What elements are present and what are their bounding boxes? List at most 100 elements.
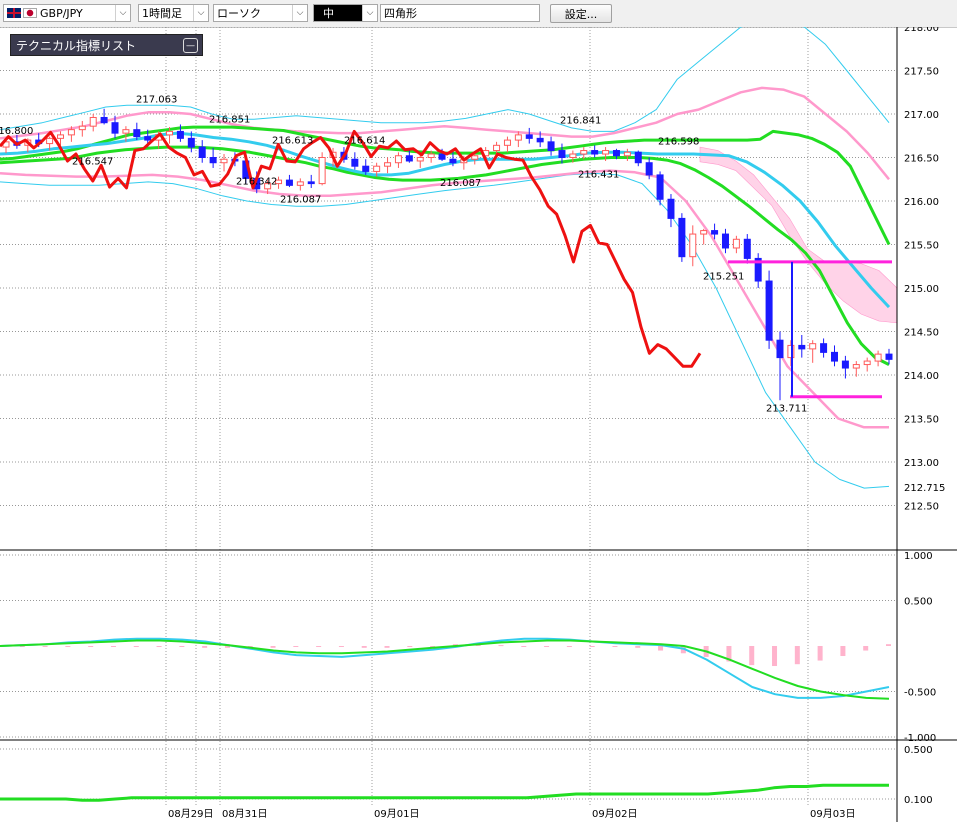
price-label: 215.251	[703, 271, 744, 282]
candle	[547, 141, 555, 152]
candle	[558, 150, 566, 159]
price-label: 216.087	[280, 195, 321, 206]
settings-button[interactable]: 設定...	[550, 4, 612, 23]
candle	[296, 181, 304, 186]
candle	[133, 129, 141, 138]
lower-tick-label: 0.500	[904, 745, 933, 756]
price-tick-label: 216.00	[904, 197, 939, 208]
drawing-tool-select[interactable]: 四角形	[380, 4, 540, 22]
candle	[776, 339, 784, 359]
oscillator-panel	[0, 637, 891, 700]
histogram-bar	[179, 646, 185, 647]
candle	[493, 144, 501, 152]
candle	[732, 238, 740, 249]
candle	[394, 155, 402, 164]
osc-tick-label: -1.000	[904, 733, 936, 744]
histogram-bar	[65, 646, 71, 647]
candle	[863, 360, 871, 366]
histogram-bar	[612, 646, 618, 647]
candle	[885, 353, 893, 360]
bollinger-lower-2	[0, 172, 890, 489]
price-tick-label: 214.50	[904, 328, 939, 339]
candle	[689, 233, 697, 258]
current-price-label: 212.715	[904, 483, 945, 494]
lower-tick-label: 0.100	[904, 795, 933, 806]
candle	[209, 157, 217, 164]
candle	[362, 165, 370, 172]
candle	[449, 158, 457, 164]
candle	[569, 153, 577, 158]
candle	[285, 179, 293, 186]
chart-type-select[interactable]: ローソク ⌵	[213, 4, 308, 22]
candle	[634, 151, 642, 164]
histogram-bar	[156, 646, 162, 647]
histogram-bar	[498, 645, 504, 647]
price-tick-label: 217.00	[904, 110, 939, 121]
timeframe-select[interactable]: 1時間足 ⌵	[138, 4, 209, 22]
price-tick-label: 215.00	[904, 284, 939, 295]
histogram-bar	[407, 646, 413, 647]
candle	[57, 134, 65, 139]
date-label: 09月03日	[810, 808, 855, 820]
drawing-tool-label: 四角形	[384, 7, 417, 20]
candle	[830, 351, 838, 362]
histogram-bar	[772, 646, 778, 667]
histogram-bar	[88, 646, 94, 647]
histogram-bar	[794, 646, 800, 665]
chevron-down-icon[interactable]: ⌵	[292, 5, 307, 21]
symbol-select[interactable]: GBP/JPY ⌵	[3, 4, 131, 22]
line-style-select[interactable]: 中 ⌵	[313, 4, 378, 22]
histogram-bar	[863, 646, 869, 651]
candle	[405, 155, 413, 162]
price-label: 216.598	[658, 136, 699, 147]
price-label: 216.800	[0, 126, 33, 137]
osc-tick-label: -0.500	[904, 688, 936, 699]
candle	[656, 174, 664, 200]
osc-tick-label: 0.500	[904, 597, 933, 608]
line-style-label: 中	[323, 7, 334, 20]
chevron-down-icon[interactable]: ⌵	[115, 5, 130, 21]
candle	[798, 344, 806, 350]
candle	[503, 139, 511, 146]
candle	[318, 157, 326, 185]
technical-indicator-list[interactable]: テクニカル指標リスト —	[10, 34, 203, 56]
chevron-down-icon[interactable]: ⌵	[193, 5, 208, 21]
price-tick-label: 217.50	[904, 67, 939, 78]
candle	[220, 158, 228, 164]
histogram-bar	[133, 646, 139, 647]
candle	[667, 198, 675, 219]
time-axis: 08月29日 08月31日 09月01日 09月02日 09月03日	[168, 808, 855, 820]
price-tick-label: 216.50	[904, 154, 939, 165]
candle	[187, 137, 195, 148]
candle	[536, 137, 544, 143]
price-tick-label: 215.50	[904, 241, 939, 252]
price-tick-label: 212.50	[904, 502, 939, 513]
collapse-icon[interactable]: —	[183, 38, 198, 53]
histogram-bar	[589, 646, 595, 647]
price-label: 216.613	[272, 136, 313, 147]
price-label: 216.614	[344, 136, 385, 147]
candle	[427, 153, 435, 158]
histogram-bar	[635, 646, 641, 648]
price-tick-label: 213.50	[904, 415, 939, 426]
technical-indicator-list-label: テクニカル指標リスト	[16, 38, 137, 53]
histogram-bar	[749, 646, 755, 666]
chart-area[interactable]: 216.800 217.063 216.547 216.851 216.342 216.6…	[0, 27, 957, 822]
candle	[645, 162, 653, 176]
candle	[471, 155, 479, 160]
lower-indicator-line	[0, 783, 889, 802]
candle	[820, 343, 828, 353]
candle	[198, 146, 206, 158]
candle	[78, 125, 86, 131]
candle	[384, 162, 392, 167]
candle	[678, 217, 686, 258]
chevron-down-icon[interactable]: ⌵	[362, 5, 377, 21]
toolbar: GBP/JPY ⌵ 1時間足 ⌵ ローソク ⌵ 中 ⌵ 四角形 設定...	[0, 0, 957, 28]
uk-flag-icon	[7, 8, 21, 18]
candle	[743, 238, 751, 259]
price-axis: 218.00 217.50 217.00 216.50 216.00 215.50 215.…	[0, 27, 957, 822]
candle	[765, 280, 773, 341]
histogram-bar	[110, 646, 116, 647]
date-label: 08月29日	[168, 808, 213, 820]
candle	[122, 129, 130, 134]
